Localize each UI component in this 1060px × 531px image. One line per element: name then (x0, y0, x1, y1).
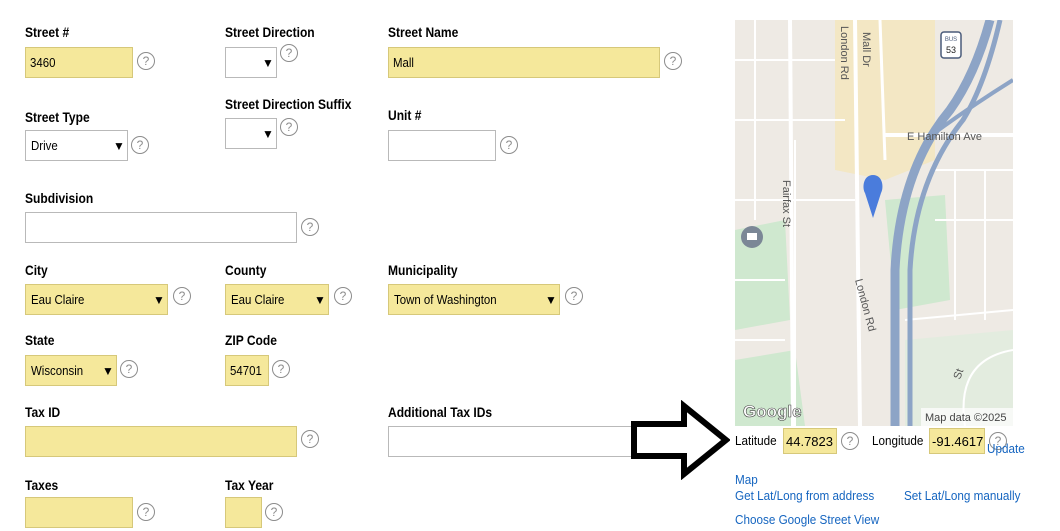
tax-id-input[interactable] (25, 426, 297, 457)
mall-dr-label: Mall Dr (860, 32, 872, 67)
street-type-select[interactable]: Drive ▼ (25, 130, 128, 161)
city-help-icon[interactable]: ? (173, 287, 191, 305)
taxes-label: Taxes (25, 477, 59, 493)
city-label: City (25, 262, 48, 278)
street-number-input[interactable]: 3460 (25, 47, 133, 78)
unit-label: Unit # (388, 107, 422, 123)
zip-help-icon[interactable]: ? (272, 360, 290, 378)
fairfax-st-label: Fairfax St (780, 180, 792, 227)
street-type-label: Street Type (25, 109, 90, 125)
subdivision-help-icon[interactable]: ? (301, 218, 319, 236)
google-logo: Google (743, 402, 802, 421)
additional-tax-ids-label: Additional Tax IDs (388, 404, 493, 420)
svg-text:BUS: BUS (945, 37, 957, 43)
street-type-help-icon[interactable]: ? (131, 136, 149, 154)
map-attribution: Map data ©2025 (925, 412, 1007, 424)
state-value: Wisconsin (31, 363, 84, 378)
chevron-down-icon: ▼ (314, 292, 326, 307)
tax-year-input[interactable] (225, 497, 262, 528)
tax-id-help-icon[interactable]: ? (301, 430, 319, 448)
additional-tax-ids-input[interactable] (388, 426, 638, 457)
school-place-icon (741, 226, 763, 248)
street-direction-suffix-label: Street Direction Suffix (225, 96, 352, 112)
street-number-help-icon[interactable]: ? (137, 52, 155, 70)
county-label: County (225, 262, 267, 278)
tax-year-label: Tax Year (225, 477, 274, 493)
street-name-help-icon[interactable]: ? (664, 52, 682, 70)
tax-id-label: Tax ID (25, 404, 61, 420)
google-map[interactable]: BUS 53 London Rd Mall Dr E Hamilton Ave … (735, 20, 1013, 426)
zip-label: ZIP Code (225, 332, 277, 348)
chevron-down-icon: ▼ (113, 138, 125, 153)
taxes-help-icon[interactable]: ? (137, 503, 155, 521)
chevron-down-icon: ▼ (153, 292, 165, 307)
state-help-icon[interactable]: ? (120, 360, 138, 378)
e-hamilton-ave-label: E Hamilton Ave (907, 131, 982, 143)
street-name-label: Street Name (388, 24, 459, 40)
arrow-annotation-icon (631, 400, 730, 480)
street-direction-select[interactable]: ▼ (225, 47, 277, 78)
chevron-down-icon: ▼ (545, 292, 557, 307)
subdivision-input[interactable] (25, 212, 297, 243)
county-select[interactable]: Eau Claire ▼ (225, 284, 329, 315)
state-select[interactable]: Wisconsin ▼ (25, 355, 117, 386)
tax-year-help-icon[interactable]: ? (265, 503, 283, 521)
street-direction-suffix-help-icon[interactable]: ? (280, 118, 298, 136)
street-number-label: Street # (25, 24, 70, 40)
highway-shield-icon: BUS 53 (940, 31, 962, 59)
chevron-down-icon: ▼ (262, 55, 274, 70)
taxes-input[interactable] (25, 497, 133, 528)
street-number-value: 3460 (30, 55, 56, 70)
zip-input[interactable]: 54701 (225, 355, 269, 386)
chevron-down-icon: ▼ (262, 126, 274, 141)
street-direction-suffix-select[interactable]: ▼ (225, 118, 277, 149)
street-direction-label: Street Direction (225, 24, 315, 40)
zip-value: 54701 (230, 363, 262, 378)
set-latlong-link[interactable]: Set Lat/Long manually (904, 488, 1020, 503)
london-rd-label-top: London Rd (838, 26, 850, 80)
get-latlong-link[interactable]: Get Lat/Long from address (735, 488, 874, 503)
municipality-value: Town of Washington (394, 292, 497, 307)
street-name-value: Mall (393, 55, 414, 70)
municipality-help-icon[interactable]: ? (565, 287, 583, 305)
street-name-input[interactable]: Mall (388, 47, 660, 78)
street-type-value: Drive (31, 138, 58, 153)
unit-input[interactable] (388, 130, 496, 161)
municipality-label: Municipality (388, 262, 458, 278)
unit-help-icon[interactable]: ? (500, 136, 518, 154)
map-canvas: BUS 53 London Rd Mall Dr E Hamilton Ave … (735, 20, 1013, 426)
county-help-icon[interactable]: ? (334, 287, 352, 305)
chevron-down-icon: ▼ (102, 363, 114, 378)
state-label: State (25, 332, 55, 348)
city-value: Eau Claire (31, 292, 85, 307)
update-map-link[interactable]: Update Map (735, 433, 1025, 495)
county-value: Eau Claire (231, 292, 285, 307)
street-view-link[interactable]: Choose Google Street View (735, 512, 879, 527)
city-select[interactable]: Eau Claire ▼ (25, 284, 168, 315)
street-direction-help-icon[interactable]: ? (280, 44, 298, 62)
municipality-select[interactable]: Town of Washington ▼ (388, 284, 560, 315)
svg-text:53: 53 (946, 45, 956, 55)
subdivision-label: Subdivision (25, 190, 94, 206)
